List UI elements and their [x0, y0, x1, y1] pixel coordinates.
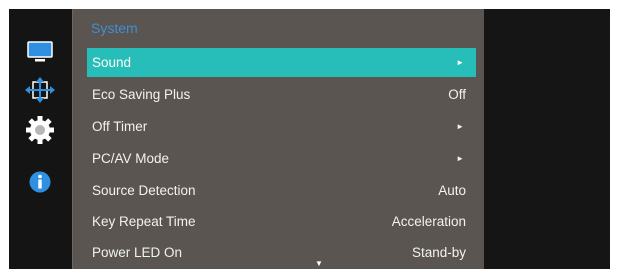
- resize-arrows-icon[interactable]: [23, 75, 57, 105]
- menu-item-pc-av-mode[interactable]: PC/AV Mode ►: [87, 144, 476, 173]
- submenu-area: [484, 9, 610, 269]
- scroll-down-icon[interactable]: ▼: [315, 259, 323, 268]
- menu-item-value: Auto: [438, 183, 466, 198]
- menu-item-eco-saving-plus[interactable]: Eco Saving Plus Off: [87, 80, 476, 109]
- gear-icon[interactable]: [23, 115, 57, 145]
- menu-item-value: Stand-by: [411, 245, 466, 260]
- info-icon[interactable]: [23, 167, 57, 197]
- menu-section-title: System: [91, 20, 138, 36]
- menu-item-source-detection[interactable]: Source Detection Auto: [87, 176, 476, 205]
- menu-item-value: Acceleration: [391, 214, 466, 229]
- menu-item-off-timer[interactable]: Off Timer ►: [87, 112, 476, 141]
- category-sidebar: [9, 9, 72, 269]
- monitor-icon[interactable]: [23, 37, 57, 67]
- menu-item-label: Power LED On: [92, 245, 183, 260]
- menu-item-power-led-on[interactable]: Power LED On Stand-by: [87, 238, 476, 267]
- menu-item-value: Off: [448, 87, 466, 102]
- menu-item-sound[interactable]: Sound ►: [87, 48, 476, 77]
- menu-item-label: Key Repeat Time: [92, 214, 196, 229]
- menu-item-label: Off Timer: [92, 119, 148, 134]
- submenu-arrow-icon: ►: [456, 154, 464, 163]
- system-menu-panel: System Sound ► Eco Saving Plus Off Off T…: [72, 9, 485, 269]
- submenu-arrow-icon: ►: [456, 122, 464, 131]
- osd-menu-window: System Sound ► Eco Saving Plus Off Off T…: [9, 9, 610, 269]
- submenu-arrow-icon: ►: [456, 58, 464, 67]
- menu-item-label: Sound: [92, 55, 132, 70]
- menu-item-label: Source Detection: [92, 183, 196, 198]
- menu-item-key-repeat-time[interactable]: Key Repeat Time Acceleration: [87, 207, 476, 236]
- menu-item-label: Eco Saving Plus: [92, 87, 191, 102]
- menu-item-label: PC/AV Mode: [92, 151, 170, 166]
